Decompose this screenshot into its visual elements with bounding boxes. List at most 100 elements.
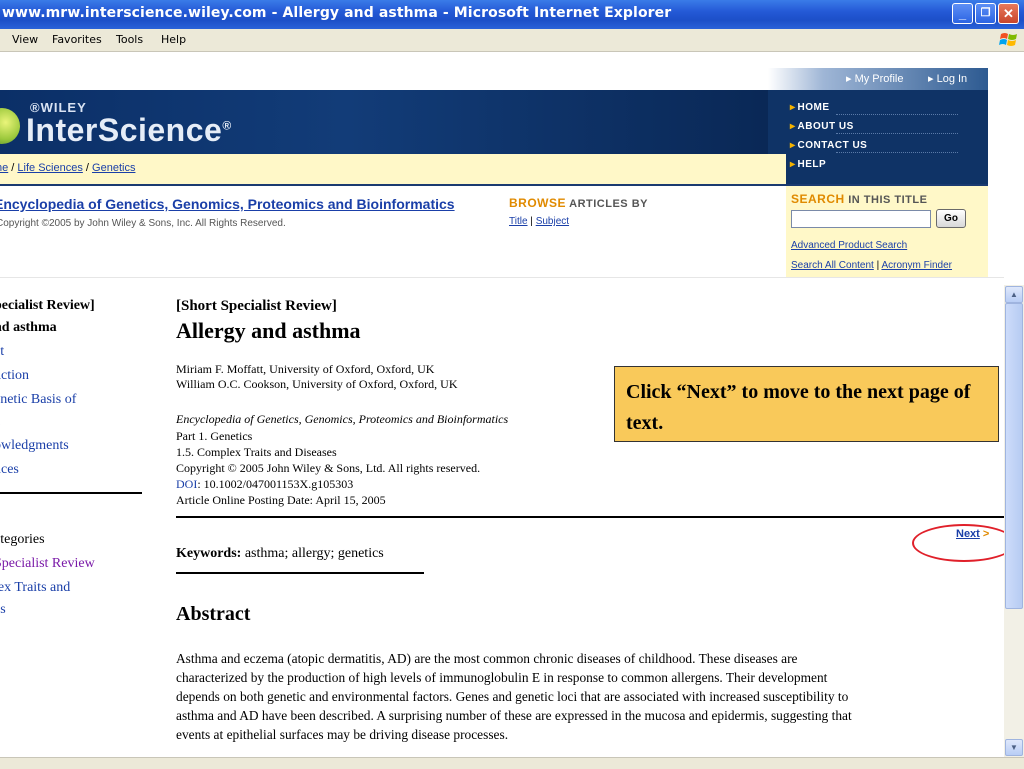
scroll-down-icon[interactable]: ▼ xyxy=(1005,739,1023,756)
categories-heading: ategories xyxy=(0,532,45,548)
part-label: Part 1. Genetics xyxy=(176,429,252,444)
divider xyxy=(836,114,958,115)
category-complex-traits-link[interactable]: lex Traits and xyxy=(0,580,70,596)
breadcrumb-home[interactable]: ne xyxy=(0,162,8,174)
breadcrumb-life-sciences[interactable]: Life Sciences xyxy=(17,162,82,174)
divider xyxy=(836,133,958,134)
breadcrumb-sep: / xyxy=(83,162,92,174)
advanced-search-link[interactable]: Advanced Product Search xyxy=(791,240,907,251)
browse-links: Title | Subject xyxy=(509,216,569,227)
globe-logo-icon xyxy=(0,108,20,144)
vertical-scrollbar[interactable]: ▲ ▼ xyxy=(1004,285,1024,757)
menu-tools[interactable]: Tools xyxy=(116,33,143,46)
site-banner: ®WILEY InterScience® xyxy=(0,90,768,154)
logo-mark: ® xyxy=(222,118,231,132)
log-in-link[interactable]: ▸ Log In xyxy=(928,72,967,85)
search-panel: SEARCH IN THIS TITLE Go Advanced Product… xyxy=(786,186,988,278)
browse-accent: BROWSE xyxy=(509,196,566,210)
scroll-thumb[interactable] xyxy=(1005,303,1023,609)
title-info: Encyclopedia of Genetics, Genomics, Prot… xyxy=(0,186,786,274)
logo-text: InterScience xyxy=(26,112,222,148)
nav-home[interactable]: ▸HOME xyxy=(790,102,830,113)
keywords-label: Keywords: xyxy=(176,546,241,561)
nav-home-label: HOME xyxy=(798,102,830,113)
arrow-icon: ▸ xyxy=(790,159,796,170)
menu-bar: View Favorites Tools Help xyxy=(0,29,1024,52)
callout-text: Click “Next” to move to the next page of… xyxy=(626,377,986,439)
author-2: William O.C. Cookson, University of Oxfo… xyxy=(176,377,458,392)
windows-logo-icon xyxy=(998,30,1020,49)
advanced-search-row: Advanced Product Search xyxy=(791,240,907,251)
search-heading: SEARCH IN THIS TITLE xyxy=(791,192,927,206)
account-links: ▸ My Profile ▸ Log In xyxy=(768,68,988,90)
search-accent: SEARCH xyxy=(791,192,845,206)
browse-sep: | xyxy=(528,216,536,227)
divider xyxy=(0,277,1004,278)
browse-heading: BROWSE ARTICLES BY xyxy=(509,196,648,210)
menu-help[interactable]: Help xyxy=(161,33,186,46)
toc-article-type: pecialist Review] xyxy=(0,298,95,314)
highlight-circle xyxy=(912,524,1016,562)
nav-contact[interactable]: ▸CONTACT US xyxy=(790,140,867,151)
section-label: 1.5. Complex Traits and Diseases xyxy=(176,445,337,460)
nav-about[interactable]: ▸ABOUT US xyxy=(790,121,854,132)
toc-references-link[interactable]: nces xyxy=(0,462,19,478)
toc-introduction-link[interactable]: uction xyxy=(0,368,29,384)
doi-link[interactable]: DOI xyxy=(176,477,197,491)
instruction-callout: Click “Next” to move to the next page of… xyxy=(614,366,999,442)
toc-abstract-link[interactable]: ct xyxy=(0,344,4,360)
arrow-icon: ▸ xyxy=(790,102,796,113)
abstract-line: characterized by the production of high … xyxy=(176,670,827,686)
search-rest: IN THIS TITLE xyxy=(845,194,928,206)
nav-contact-label: CONTACT US xyxy=(798,140,868,151)
abstract-line: events at epithelial surfaces may be dri… xyxy=(176,727,508,743)
interscience-logo[interactable]: InterScience® xyxy=(26,112,232,149)
abstract-heading: Abstract xyxy=(176,603,250,626)
search-all-content-link[interactable]: Search All Content xyxy=(791,260,874,271)
nav-about-label: ABOUT US xyxy=(798,121,854,132)
menu-view[interactable]: View xyxy=(12,33,38,46)
arrow-icon: ▸ xyxy=(790,140,796,151)
article-divider xyxy=(176,516,1004,518)
posting-date: Article Online Posting Date: April 15, 2… xyxy=(176,493,386,508)
breadcrumb-genetics[interactable]: Genetics xyxy=(92,162,135,174)
my-profile-link[interactable]: ▸ My Profile xyxy=(846,72,903,85)
search-input[interactable] xyxy=(791,210,931,228)
keywords-divider xyxy=(176,572,424,574)
maximize-button[interactable]: ❐ xyxy=(975,3,996,24)
source-title: Encyclopedia of Genetics, Genomics, Prot… xyxy=(176,412,508,427)
article-type: [Short Specialist Review] xyxy=(176,298,337,315)
search-links-row: Search All Content | Acronym Finder xyxy=(791,260,952,271)
category-complex-traits-link-cont[interactable]: es xyxy=(0,602,6,618)
scroll-up-icon[interactable]: ▲ xyxy=(1005,286,1023,303)
menu-favorites[interactable]: Favorites xyxy=(52,33,102,46)
toc-article-title: nd asthma xyxy=(0,320,57,336)
browse-subject-link[interactable]: Subject xyxy=(536,216,569,227)
window-title: www.mrw.interscience.wiley.com - Allergy… xyxy=(2,5,671,21)
go-button[interactable]: Go xyxy=(936,209,966,228)
article-copyright: Copyright © 2005 John Wiley & Sons, Ltd.… xyxy=(176,461,480,476)
toc-acknowledgments-link[interactable]: owledgments xyxy=(0,438,69,454)
keywords-line: Keywords: asthma; allergy; genetics xyxy=(176,546,384,562)
nav-help[interactable]: ▸HELP xyxy=(790,159,826,170)
breadcrumb: ne / Life Sciences / Genetics xyxy=(0,154,786,184)
abstract-line: depends on both genetic and environmenta… xyxy=(176,689,848,705)
browse-title-link[interactable]: Title xyxy=(509,216,528,227)
category-specialist-review-link[interactable]: Specialist Review xyxy=(0,556,95,572)
arrow-icon: ▸ xyxy=(790,121,796,132)
toc-genetic-basis-link[interactable]: enetic Basis of xyxy=(0,392,76,408)
nav-help-label: HELP xyxy=(798,159,827,170)
window-title-bar[interactable]: www.mrw.interscience.wiley.com - Allergy… xyxy=(0,0,1024,29)
acronym-finder-link[interactable]: Acronym Finder xyxy=(881,260,952,271)
divider xyxy=(836,152,958,153)
keywords-value: asthma; allergy; genetics xyxy=(241,546,383,561)
minimize-button[interactable]: _ xyxy=(952,3,973,24)
encyclopedia-title-link[interactable]: Encyclopedia of Genetics, Genomics, Prot… xyxy=(0,196,455,212)
site-nav: ▸HOME ▸ABOUT US ▸CONTACT US ▸HELP xyxy=(786,90,988,184)
abstract-line: asthma and AD have been described. A sur… xyxy=(176,708,852,724)
doi-value: : 10.1002/047001153X.g105303 xyxy=(197,477,353,491)
close-button[interactable]: ✕ xyxy=(998,3,1019,24)
toc-divider xyxy=(0,492,142,494)
status-bar xyxy=(0,757,1024,769)
browse-rest: ARTICLES BY xyxy=(566,198,648,210)
